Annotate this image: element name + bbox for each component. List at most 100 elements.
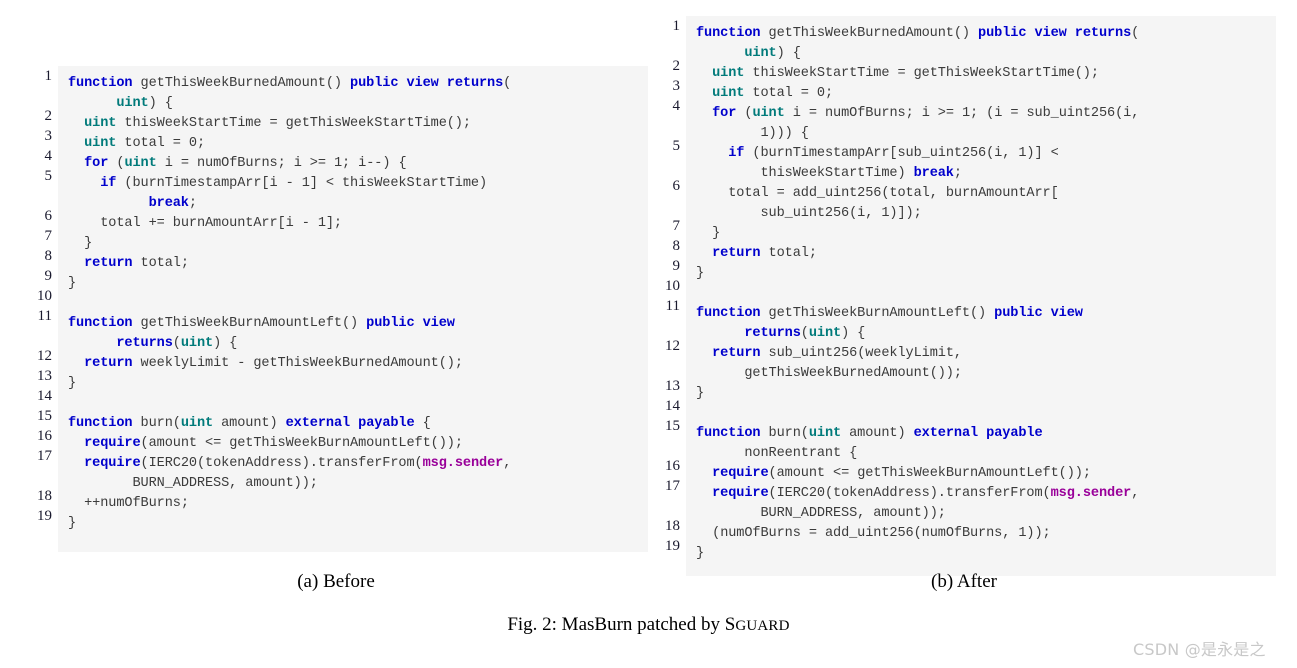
code-line: BURN_ADDRESS, amount)); — [760, 506, 946, 521]
code-line: returns(uint) { — [744, 326, 866, 341]
code-listing-after: 1 2 3 4 5 6 7 8 9 10 11 12 13 14 15 16 17 18 19 fu… — [652, 0, 1276, 576]
code-line: total += burnAmountArr[i - 1]; — [100, 216, 342, 231]
figure-caption-tool-initial: S — [724, 614, 736, 635]
line-number — [652, 116, 680, 136]
code-line: require(IERC20(tokenAddress).transferFro… — [84, 456, 512, 471]
line-number — [652, 496, 680, 516]
code-line: returns(uint) { — [116, 336, 238, 351]
code-line: sub_uint256(i, 1)]); — [760, 206, 922, 221]
line-number — [652, 156, 680, 176]
line-number — [24, 86, 52, 106]
code-line: return total; — [712, 246, 817, 261]
line-number — [652, 36, 680, 56]
line-number: 14 — [665, 398, 680, 414]
line-number: 19 — [665, 538, 680, 554]
csdn-watermark: CSDN @是永是之 — [1133, 640, 1266, 659]
code-line: } — [696, 546, 705, 561]
code-line: if (burnTimestampArr[sub_uint256(i, 1)] … — [728, 146, 1059, 161]
code-line: nonReentrant { — [744, 446, 858, 461]
code-line: } — [68, 236, 93, 251]
code-line: thisWeekStartTime) break; — [760, 166, 962, 181]
code-line: function getThisWeekBurnAmountLeft() pub… — [68, 316, 455, 331]
line-number: 15 — [37, 408, 52, 424]
line-number: 5 — [672, 138, 681, 154]
code-line: function burn(uint amount) external paya… — [696, 426, 1043, 441]
line-number: 5 — [44, 168, 53, 184]
line-number: 3 — [672, 78, 681, 94]
code-line: getThisWeekBurnedAmount()); — [744, 366, 962, 381]
line-number — [24, 186, 52, 206]
line-number: 1 — [672, 18, 681, 34]
code-line: return sub_uint256(weeklyLimit, — [712, 346, 962, 361]
figure-caption: Fig. 2: MasBurn patched by SGUARD — [0, 614, 1297, 636]
code-line: total = add_uint256(total, burnAmountArr… — [728, 186, 1059, 201]
line-number: 15 — [665, 418, 680, 434]
subcaption-before: (a) Before — [297, 571, 375, 592]
line-number — [652, 196, 680, 216]
line-number: 10 — [37, 288, 52, 304]
line-number: 12 — [665, 338, 680, 354]
code-line: require(IERC20(tokenAddress).transferFro… — [712, 486, 1140, 501]
line-number-gutter-after: 1 2 3 4 5 6 7 8 9 10 11 12 13 14 15 16 17 18 19 — [652, 16, 680, 556]
figure-caption-prefix: Fig. 2: MasBurn patched by — [507, 614, 725, 635]
code-line: } — [696, 386, 705, 401]
line-number — [652, 356, 680, 376]
line-number — [24, 326, 52, 346]
code-line: function burn(uint amount) external paya… — [68, 416, 431, 431]
code-line: (numOfBurns = add_uint256(numOfBurns, 1)… — [696, 526, 1051, 541]
line-number: 18 — [665, 518, 680, 534]
line-number: 19 — [37, 508, 52, 524]
line-number: 14 — [37, 388, 52, 404]
line-number: 9 — [672, 258, 681, 274]
code-panel-after: 1 2 3 4 5 6 7 8 9 10 11 12 13 14 15 16 17 18 19 fu… — [652, 0, 1276, 576]
line-number: 8 — [44, 248, 53, 264]
code-line: BURN_ADDRESS, amount)); — [132, 476, 318, 491]
line-number: 7 — [44, 228, 53, 244]
code-block-after[interactable]: function getThisWeekBurnedAmount() publi… — [686, 16, 1276, 576]
line-number-gutter-before: 1 2 3 4 5 6 7 8 9 10 11 12 13 14 15 16 17 18 19 — [24, 66, 52, 526]
code-panels-row: 1 2 3 4 5 6 7 8 9 10 11 12 13 14 15 16 17 18 19 functi… — [0, 0, 1297, 576]
line-number: 11 — [37, 308, 52, 324]
code-line: uint) { — [744, 46, 801, 61]
code-line: break; — [148, 196, 197, 211]
code-line: uint total = 0; — [84, 136, 206, 151]
line-number: 10 — [665, 278, 680, 294]
line-number: 16 — [37, 428, 52, 444]
line-number: 8 — [672, 238, 681, 254]
line-number: 17 — [665, 478, 680, 494]
line-number — [652, 436, 680, 456]
subcaption-after: (b) After — [931, 571, 997, 592]
code-line: for (uint i = numOfBurns; i >= 1; i--) { — [84, 156, 407, 171]
code-line: function getThisWeekBurnedAmount() publi… — [696, 26, 1140, 41]
line-number: 13 — [37, 368, 52, 384]
code-listing-before: 1 2 3 4 5 6 7 8 9 10 11 12 13 14 15 16 17 18 19 functi… — [24, 0, 648, 552]
line-number: 3 — [44, 128, 53, 144]
line-number: 12 — [37, 348, 52, 364]
line-number: 6 — [44, 208, 53, 224]
line-number: 17 — [37, 448, 52, 464]
code-panel-before: 1 2 3 4 5 6 7 8 9 10 11 12 13 14 15 16 17 18 19 functi… — [24, 0, 648, 552]
code-line: for (uint i = numOfBurns; i >= 1; (i = s… — [712, 106, 1140, 121]
line-number: 6 — [672, 178, 681, 194]
code-line: ++numOfBurns; — [68, 496, 189, 511]
code-line: require(amount <= getThisWeekBurnAmountL… — [84, 436, 463, 451]
code-line: require(amount <= getThisWeekBurnAmountL… — [712, 466, 1091, 481]
line-number: 16 — [665, 458, 680, 474]
line-number: 7 — [672, 218, 681, 234]
code-block-before[interactable]: function getThisWeekBurnedAmount() publi… — [58, 66, 648, 552]
code-line: } — [68, 276, 77, 291]
line-number: 9 — [44, 268, 53, 284]
line-number — [24, 466, 52, 486]
code-line: uint thisWeekStartTime = getThisWeekStar… — [84, 116, 471, 131]
code-line: return weeklyLimit - getThisWeekBurnedAm… — [84, 356, 463, 371]
line-number — [652, 316, 680, 336]
code-line: function getThisWeekBurnedAmount() publi… — [68, 76, 512, 91]
figure-caption-tool-name: GUARD — [735, 618, 790, 634]
code-line: } — [696, 226, 721, 241]
line-number: 4 — [672, 98, 681, 114]
line-number: 2 — [672, 58, 681, 74]
